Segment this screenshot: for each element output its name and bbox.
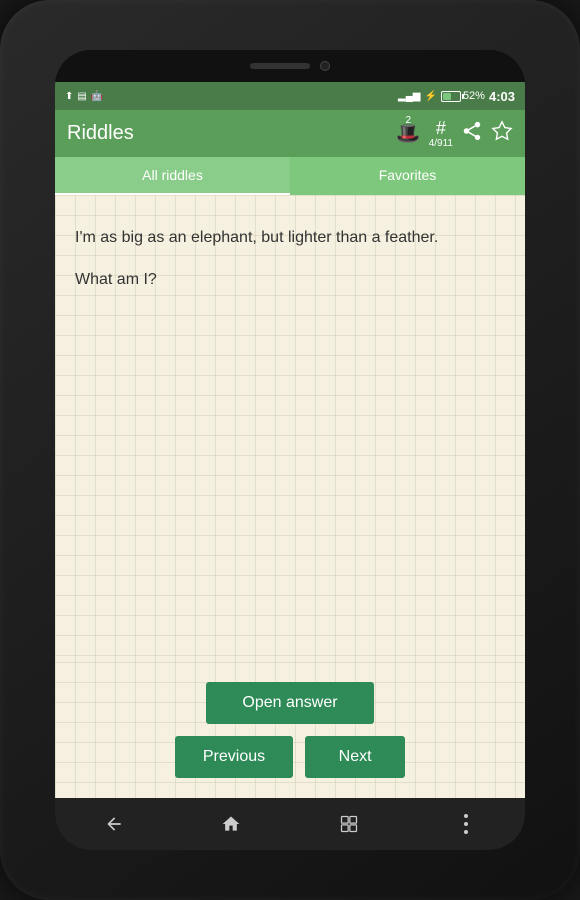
riddle-area: I'm as big as an elephant, but lighter t… — [55, 195, 525, 662]
status-icons-right: ▂▄▆ ⚡ 52% 4:03 — [398, 89, 515, 104]
riddle-counter: 4/911 — [429, 139, 453, 149]
nav-bar — [55, 798, 525, 850]
header-icons: 🎩 2 # 4/911 — [396, 118, 513, 149]
phone-top-hardware — [55, 50, 525, 82]
phone-screen: ⬆ ▤ 🤖 ▂▄▆ ⚡ 52% 4:03 Riddles — [55, 50, 525, 850]
tab-favorites[interactable]: Favorites — [290, 157, 525, 195]
main-content: I'm as big as an elephant, but lighter t… — [55, 195, 525, 798]
signal-icon: ▤ — [77, 91, 86, 102]
next-button[interactable]: Next — [305, 736, 405, 778]
favorite-star-icon[interactable] — [491, 120, 513, 148]
riddle-question: What am I? — [75, 267, 505, 293]
back-button[interactable] — [94, 804, 134, 844]
battery-fill — [443, 93, 451, 100]
phone-frame: ⬆ ▤ 🤖 ▂▄▆ ⚡ 52% 4:03 Riddles — [0, 0, 580, 900]
hash-symbol: # — [436, 118, 446, 139]
tab-bar: All riddles Favorites — [55, 157, 525, 195]
buttons-area: Open answer Previous Next — [55, 662, 525, 798]
battery-percent: 52% — [463, 90, 485, 102]
status-icons-left: ⬆ ▤ 🤖 — [65, 91, 103, 102]
signal-bars-icon: ▂▄▆ — [398, 91, 420, 102]
clock: 4:03 — [489, 89, 515, 104]
tab-all-riddles[interactable]: All riddles — [55, 157, 290, 195]
riddle-text: I'm as big as an elephant, but lighter t… — [75, 225, 505, 251]
app-header: Riddles 🎩 2 # 4/911 — [55, 110, 525, 157]
speaker — [250, 63, 310, 69]
recent-apps-button[interactable] — [329, 804, 369, 844]
battery-box — [441, 91, 461, 102]
nav-buttons-row: Previous Next — [175, 736, 405, 778]
previous-button[interactable]: Previous — [175, 736, 293, 778]
more-options-button[interactable] — [446, 804, 486, 844]
front-camera — [320, 61, 330, 71]
status-bar: ⬆ ▤ 🤖 ▂▄▆ ⚡ 52% 4:03 — [55, 82, 525, 110]
lightning-icon: ⚡ — [424, 91, 436, 102]
usb-icon: ⬆ — [65, 91, 73, 102]
share-icon[interactable] — [461, 120, 483, 148]
android-icon: 🤖 — [91, 91, 103, 102]
open-answer-button[interactable]: Open answer — [206, 682, 373, 724]
app-title: Riddles — [67, 122, 134, 145]
riddle-number-badge: 2 — [405, 115, 411, 158]
home-button[interactable] — [211, 804, 251, 844]
battery-indicator: 52% — [441, 90, 485, 102]
hash-counter-group[interactable]: # 4/911 — [429, 118, 453, 149]
hat-icon[interactable]: 🎩 2 — [396, 121, 421, 146]
